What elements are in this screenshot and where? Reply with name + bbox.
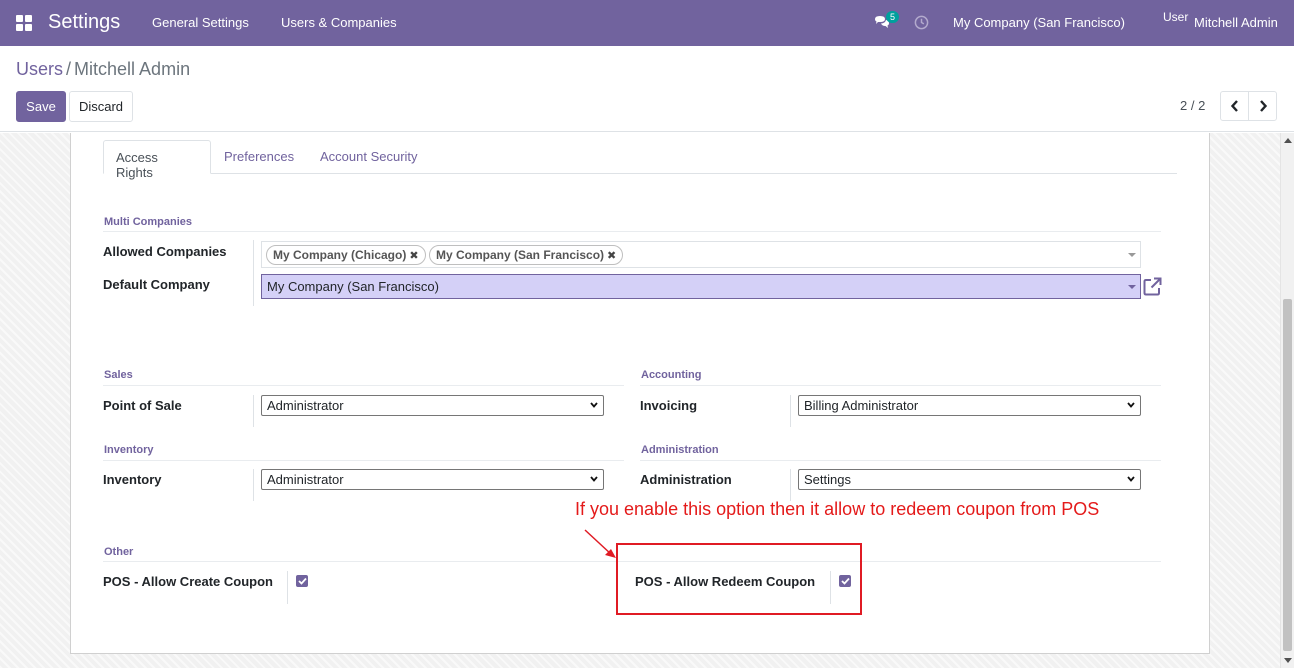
- pos-redeem-coupon-label: POS - Allow Redeem Coupon: [635, 574, 816, 589]
- label-separator: [253, 240, 254, 306]
- menu-users-companies[interactable]: Users & Companies: [281, 15, 397, 30]
- chevron-down-icon: [590, 402, 598, 408]
- pos-create-coupon-checkbox[interactable]: [296, 575, 308, 587]
- external-link-icon[interactable]: [1143, 277, 1162, 296]
- label-separator: [253, 395, 254, 427]
- group-title-sales: Sales: [104, 369, 133, 381]
- checkmark-icon: [840, 577, 850, 585]
- discard-button[interactable]: Discard: [69, 91, 133, 122]
- control-panel: Users / Mitchell Admin Save Discard 2 / 2: [0, 46, 1294, 132]
- breadcrumb-current: Mitchell Admin: [74, 59, 191, 79]
- company-switcher[interactable]: My Company (San Francisco): [953, 15, 1125, 30]
- company-tag[interactable]: My Company (San Francisco) ✖: [429, 245, 624, 265]
- tab-preferences[interactable]: Preferences: [212, 140, 306, 174]
- scroll-down-arrow[interactable]: [1284, 658, 1292, 663]
- scroll-up-arrow[interactable]: [1284, 138, 1292, 143]
- point-of-sale-value: Administrator: [267, 398, 344, 413]
- chat-count-badge: 5: [886, 11, 900, 23]
- chevron-down-icon: [1127, 402, 1135, 408]
- remove-tag-icon[interactable]: ✖: [607, 250, 616, 262]
- activity-clock-icon[interactable]: [914, 15, 929, 30]
- company-tag-label: My Company (Chicago): [273, 248, 407, 262]
- chevron-down-icon: [590, 476, 598, 482]
- point-of-sale-select[interactable]: Administrator: [261, 395, 604, 416]
- annotation-text: If you enable this option then it allow …: [575, 499, 1100, 519]
- tab-access-rights[interactable]: Access Rights: [103, 140, 211, 180]
- user-menu[interactable]: Mitchell Admin: [1194, 15, 1278, 30]
- menu-general-settings[interactable]: General Settings: [152, 15, 249, 30]
- breadcrumb-users-link[interactable]: Users: [16, 59, 63, 79]
- label-separator: [287, 571, 288, 604]
- group-divider: [640, 385, 1161, 386]
- default-company-field[interactable]: My Company (San Francisco): [261, 274, 1141, 299]
- invoicing-select[interactable]: Billing Administrator: [798, 395, 1141, 416]
- pager-previous-button[interactable]: [1220, 91, 1249, 121]
- scrollbar-thumb[interactable]: [1283, 299, 1292, 651]
- company-tag-label: My Company (San Francisco): [436, 248, 605, 262]
- pos-redeem-coupon-checkbox[interactable]: [839, 575, 851, 587]
- label-separator: [790, 395, 791, 427]
- group-title-inventory: Inventory: [104, 444, 154, 456]
- point-of-sale-label: Point of Sale: [103, 398, 182, 413]
- avatar-alt-text: User: [1163, 10, 1189, 24]
- inventory-select[interactable]: Administrator: [261, 469, 604, 490]
- apps-menu-icon[interactable]: [16, 15, 32, 31]
- vertical-scrollbar[interactable]: [1280, 133, 1294, 668]
- remove-tag-icon[interactable]: ✖: [409, 250, 418, 262]
- breadcrumb-separator: /: [66, 59, 72, 79]
- app-title[interactable]: Settings: [48, 11, 120, 34]
- administration-select[interactable]: Settings: [798, 469, 1141, 490]
- group-divider: [103, 385, 624, 386]
- tab-account-security[interactable]: Account Security: [308, 140, 430, 174]
- chevron-right-icon: [1259, 100, 1267, 112]
- save-button[interactable]: Save: [16, 91, 66, 122]
- group-title-multi-companies: Multi Companies: [104, 216, 193, 228]
- caret-down-icon[interactable]: [1128, 253, 1136, 257]
- inventory-value: Administrator: [267, 472, 344, 487]
- group-title-other: Other: [104, 546, 134, 558]
- chevron-left-icon: [1230, 100, 1238, 112]
- checkmark-icon: [297, 577, 307, 585]
- breadcrumb: Users / Mitchell Admin: [16, 59, 190, 80]
- allowed-companies-field[interactable]: My Company (Chicago) ✖ My Company (San Fr…: [261, 241, 1141, 268]
- chevron-down-icon: [1127, 476, 1135, 482]
- group-divider: [640, 460, 1161, 461]
- pager-next-button[interactable]: [1248, 91, 1277, 121]
- company-tag[interactable]: My Company (Chicago) ✖: [266, 245, 426, 265]
- group-title-accounting: Accounting: [641, 369, 702, 381]
- label-separator: [253, 469, 254, 501]
- allowed-companies-label: Allowed Companies: [103, 244, 227, 259]
- label-separator: [830, 571, 831, 604]
- inventory-label: Inventory: [103, 472, 162, 487]
- default-company-value: My Company (San Francisco): [267, 279, 439, 294]
- caret-down-icon[interactable]: [1128, 285, 1136, 289]
- label-separator: [790, 469, 791, 501]
- group-title-administration: Administration: [641, 444, 719, 456]
- group-divider: [103, 231, 1161, 232]
- pos-create-coupon-label: POS - Allow Create Coupon: [103, 574, 273, 589]
- invoicing-value: Billing Administrator: [804, 398, 919, 413]
- administration-label: Administration: [640, 472, 732, 487]
- invoicing-label: Invoicing: [640, 398, 698, 413]
- group-divider: [103, 460, 624, 461]
- administration-value: Settings: [804, 472, 851, 487]
- pager-value[interactable]: 2 / 2: [1180, 98, 1205, 113]
- top-navbar: Settings General Settings Users & Compan…: [0, 0, 1294, 46]
- default-company-label: Default Company: [103, 277, 210, 292]
- annotation-arrow-icon: [584, 529, 616, 558]
